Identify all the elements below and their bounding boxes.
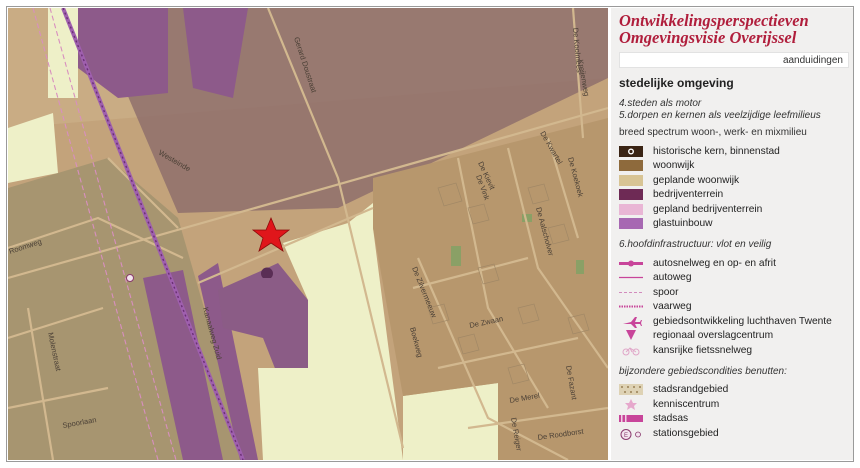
luchthaven-symbol bbox=[619, 316, 643, 328]
spoor-icon bbox=[619, 291, 643, 293]
legend-label: glastuinbouw bbox=[653, 218, 713, 230]
map-green-2 bbox=[576, 260, 584, 274]
legend-item-historische-kern[interactable]: historische kern, binnenstad bbox=[619, 144, 849, 159]
autoweg-symbol bbox=[619, 272, 643, 283]
legend-item-woonwijk[interactable]: woonwijk bbox=[619, 159, 849, 174]
star-icon bbox=[625, 398, 637, 410]
legend-item-vaarweg[interactable]: vaarweg bbox=[619, 300, 849, 315]
bicycle-icon bbox=[622, 347, 640, 356]
stationsgebied-symbol: E bbox=[619, 428, 643, 440]
legend-label: stationsgebied bbox=[653, 427, 719, 439]
stadsas-icon bbox=[619, 415, 643, 423]
legend-sub-gebiedscondities: bijzondere gebiedscondities benutten: bbox=[619, 365, 787, 377]
stationsgebied-icon[interactable] bbox=[126, 274, 134, 282]
map-green-1 bbox=[451, 246, 461, 266]
stadsas-symbol bbox=[619, 413, 643, 424]
legend-item-stadsas[interactable]: stadsas bbox=[619, 412, 849, 427]
legend-item-bedrijventerrein[interactable]: bedrijventerrein bbox=[619, 188, 849, 203]
legend-item-geplande-woonwijk[interactable]: geplande woonwijk bbox=[619, 173, 849, 188]
woonwijk-swatch bbox=[619, 160, 643, 172]
legend-item-spoor[interactable]: spoor bbox=[619, 285, 849, 300]
legend-label: autoweg bbox=[653, 272, 692, 284]
legend-heading: stedelijke omgeving bbox=[619, 76, 734, 90]
legend-label: kenniscentrum bbox=[653, 398, 720, 410]
map-canvas[interactable]: Westeinde Gerard Doustraat Kanaalweg Zui… bbox=[8, 8, 608, 460]
legend-sub-spectrum: breed spectrum woon-, werk- en mixmilieu bbox=[619, 127, 807, 138]
kenniscentrum-symbol bbox=[619, 398, 643, 410]
legend-label: woonwijk bbox=[653, 160, 695, 172]
legend-label: vaarweg bbox=[653, 301, 692, 313]
legend-item-stationsgebied[interactable]: E stationsgebied bbox=[619, 426, 849, 441]
legend-title-line2: Omgevingsvisie Overijssel bbox=[619, 28, 797, 47]
legend-item-overslagcentrum[interactable]: regionaal overslagcentrum bbox=[619, 329, 849, 344]
legend-label: stadsrandgebied bbox=[653, 384, 729, 396]
geplande-woonwijk-swatch bbox=[619, 174, 643, 186]
overslagcentrum-symbol bbox=[619, 330, 643, 341]
station-icon: E bbox=[620, 428, 641, 440]
fietssnelweg-symbol bbox=[619, 345, 643, 356]
legend-label: historische kern, binnenstad bbox=[653, 145, 780, 157]
triangle-down-icon bbox=[626, 330, 636, 341]
stadsrandgebied-symbol bbox=[619, 384, 643, 396]
legend-sub-infrastructuur: 6.hoofdinfrastructuur: vlot en veilig bbox=[619, 239, 772, 250]
bedrijventerrein-swatch bbox=[619, 189, 643, 201]
svg-text:E: E bbox=[624, 433, 628, 439]
aanduidingen-input[interactable]: aanduidingen bbox=[619, 52, 849, 68]
spoor-symbol bbox=[619, 287, 643, 298]
legend-item-autosnelweg[interactable]: autosnelweg en op- en afrit bbox=[619, 256, 849, 271]
legend-sub-dorpen: 5.dorpen en kernen als veelzijdige leefm… bbox=[619, 110, 821, 121]
glastuinbouw-swatch bbox=[619, 218, 643, 230]
legend-item-glastuinbouw[interactable]: glastuinbouw bbox=[619, 217, 849, 232]
autosnelweg-icon bbox=[619, 260, 643, 267]
map-area-planned-3 bbox=[403, 383, 498, 460]
vaarweg-icon bbox=[619, 305, 643, 308]
airplane-icon bbox=[623, 316, 642, 328]
legend-label: gebiedsontwikkeling luchthaven Twente bbox=[653, 315, 832, 327]
map-viewer: Westeinde Gerard Doustraat Kanaalweg Zui… bbox=[6, 6, 854, 462]
legend-label: bedrijventerrein bbox=[653, 189, 724, 201]
legend-sub-steden: 4.steden als motor bbox=[619, 98, 702, 109]
legend-title-line1: Ontwikkelingsperspectieven bbox=[619, 11, 809, 30]
legend-item-stadsrandgebied[interactable]: stadsrandgebied bbox=[619, 383, 849, 398]
legend-item-kenniscentrum[interactable]: kenniscentrum bbox=[619, 397, 849, 412]
gepland-bedrijventerrein-swatch bbox=[619, 203, 643, 215]
legend-item-gepland-bedrijventerrein[interactable]: gepland bedrijventerrein bbox=[619, 202, 849, 217]
dotted-pattern-icon bbox=[619, 384, 643, 396]
legend-item-autoweg[interactable]: autoweg bbox=[619, 271, 849, 286]
legend-label: spoor bbox=[653, 286, 679, 298]
legend-label: autosnelweg en op- en afrit bbox=[653, 257, 776, 269]
map-svg[interactable]: Westeinde Gerard Doustraat Kanaalweg Zui… bbox=[8, 8, 608, 460]
legend-label: gepland bedrijventerrein bbox=[653, 203, 763, 215]
autoweg-icon bbox=[619, 277, 643, 279]
legend-label: kansrijke fietssnelweg bbox=[653, 344, 753, 356]
vaarweg-symbol bbox=[619, 301, 643, 312]
autosnelweg-symbol bbox=[619, 258, 643, 269]
legend-label: regionaal overslagcentrum bbox=[653, 330, 774, 342]
legend-item-luchthaven[interactable]: gebiedsontwikkeling luchthaven Twente bbox=[619, 314, 849, 329]
historische-kern-icon bbox=[628, 148, 634, 155]
legend-label: stadsas bbox=[653, 413, 689, 425]
legend-label: geplande woonwijk bbox=[653, 174, 740, 186]
map-area-planned-1 bbox=[48, 8, 78, 98]
legend-panel: Ontwikkelingsperspectieven Omgevingsvisi… bbox=[611, 8, 853, 460]
legend-item-fietssnelweg[interactable]: kansrijke fietssnelweg bbox=[619, 343, 849, 358]
historische-kern-swatch bbox=[619, 145, 643, 157]
